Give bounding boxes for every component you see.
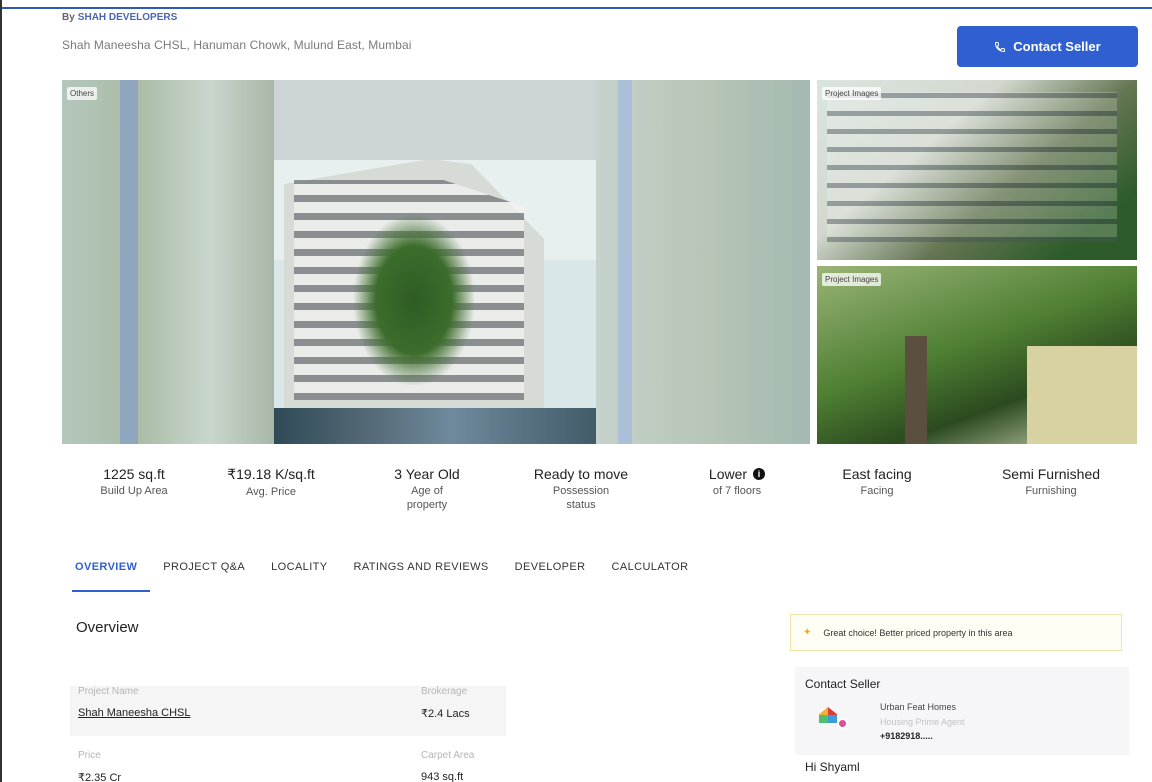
price-insight-banner: ✦ Great choice! Better priced property i… [790,614,1122,651]
info-icon[interactable]: i [753,468,766,480]
seller-name: Urban Feat Homes [880,702,957,712]
left-border [0,0,10,782]
brokerage-field: Brokerage ₹2.4 Lacs [421,686,470,720]
tab-locality[interactable]: LOCALITY [258,560,340,594]
overview-details: Project Name Shah Maneesha CHSL Brokerag… [70,686,506,782]
section-tabs: OVERVIEW PROJECT Q&A LOCALITY RATINGS AN… [62,560,701,594]
stat-build-up-area: 1225 sq.ft Build Up Area [100,466,168,497]
contact-seller-panel: Contact Seller Urban Feat Homes Housing … [795,667,1129,755]
phone-icon [995,41,1006,52]
project-image-1[interactable]: Project Images [817,80,1137,260]
property-gallery-main[interactable]: Others [62,80,810,444]
top-border [0,0,1152,9]
project-name-field: Project Name Shah Maneesha CHSL [78,686,191,719]
tab-overview[interactable]: OVERVIEW [62,560,151,594]
price-field: Price ₹2.35 Cr [78,750,122,782]
building-photo [274,160,596,444]
stat-facing: East facing Facing [842,466,912,497]
blurred-image-right [596,80,810,444]
project-image-tag: Project Images [822,273,882,286]
contact-seller-label: Contact Seller [1013,39,1101,54]
verified-badge-icon [837,718,848,729]
property-address: Shah Maneesha CHSL, Hanuman Chowk, Mulun… [62,38,412,52]
carpet-area-field: Carpet Area 943 sq.ft [421,750,475,782]
overview-heading: Overview [76,619,139,636]
stat-floor: Lower i of 7 floors [692,466,782,498]
stat-furnishing: Semi Furnished Furnishing [1001,466,1101,497]
by-label: By [62,12,75,23]
property-stats: 1225 sq.ft Build Up Area ₹19.18 K/sq.ft … [62,466,1138,520]
seller-role: Housing Prime Agent [880,717,965,727]
seller-phone[interactable]: +9182918..... [880,731,933,741]
seller-logo [815,704,849,730]
developer-link[interactable]: SHAH DEVELOPERS [78,12,177,23]
user-greeting: Hi Shyaml [805,760,860,774]
stat-possession: Ready to move Possession status [533,466,629,511]
sparkle-icon: ✦ [803,627,812,638]
image-category-tag: Others [67,87,98,100]
tab-project-qa[interactable]: PROJECT Q&A [150,560,258,594]
tab-ratings-reviews[interactable]: RATINGS AND REVIEWS [341,560,502,594]
blurred-image-left [62,80,274,444]
stat-avg-price: ₹19.18 K/sq.ft Avg. Price [227,466,315,498]
stat-age: 3 Year Old Age of property [394,466,460,511]
price-insight-text: Great choice! Better priced property in … [823,627,1013,638]
project-image-2[interactable]: Project Images [817,266,1137,444]
tab-developer[interactable]: DEVELOPER [502,560,599,594]
project-image-tag: Project Images [822,87,882,100]
project-name-link[interactable]: Shah Maneesha CHSL [78,707,191,719]
tab-calculator[interactable]: CALCULATOR [599,560,702,594]
developer-line: By SHAH DEVELOPERS [62,12,177,23]
contact-panel-title: Contact Seller [805,677,881,691]
contact-seller-button[interactable]: Contact Seller [957,26,1138,67]
